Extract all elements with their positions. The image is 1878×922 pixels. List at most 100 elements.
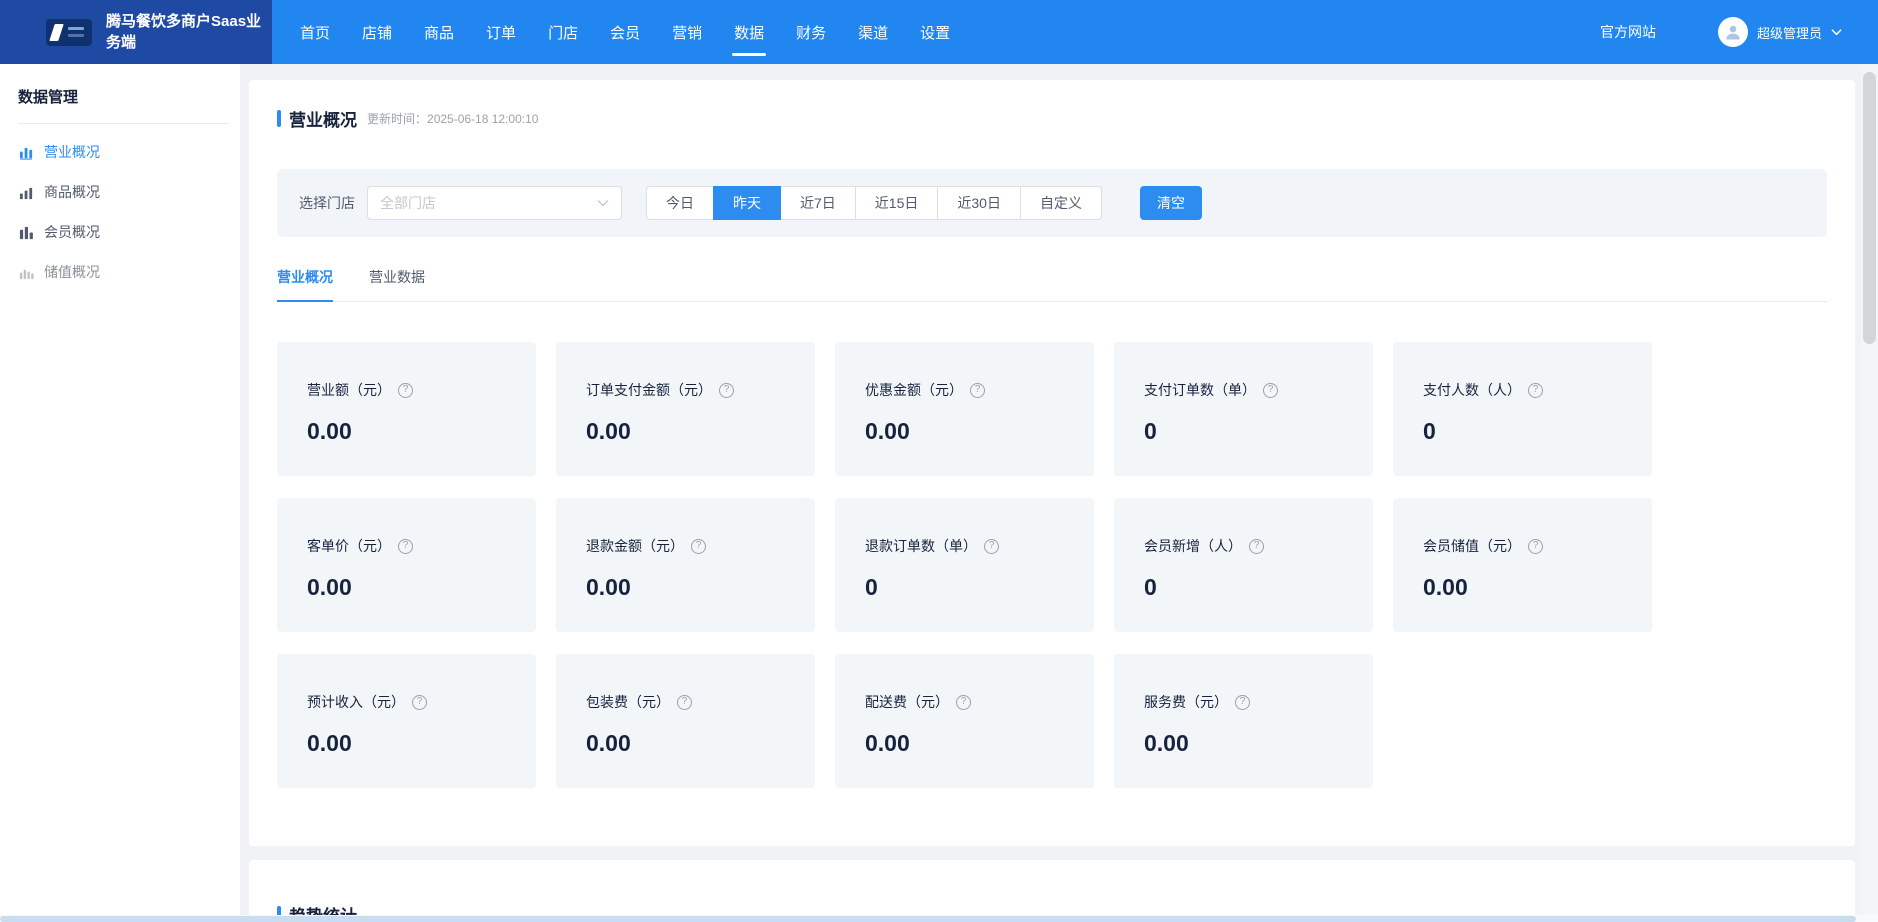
sidebar-item-business-overview[interactable]: 营业概况 [0,132,240,172]
business-overview-card: 营业概况 更新时间：2025-06-18 12:00:10 选择门店 全部门店 … [249,80,1855,846]
sidebar-item-stored-value-overview[interactable]: 储值概况 [0,252,240,292]
chevron-down-icon [1831,28,1842,36]
sidebar-item-goods-overview[interactable]: 商品概况 [0,172,240,212]
stat-value: 0 [1144,574,1343,601]
help-icon[interactable]: ? [1263,383,1278,398]
logo-area: 腾马餐饮多商户Saas业务端 [0,0,272,64]
help-icon[interactable]: ? [677,695,692,710]
range-button-15days[interactable]: 近15日 [855,186,939,220]
sidebar-item-label: 储值概况 [44,262,100,282]
help-icon[interactable]: ? [398,539,413,554]
chevron-down-icon [597,199,609,207]
stat-value: 0.00 [307,730,506,757]
trend-stats-card: 趋势统计 [249,860,1855,922]
section-header: 营业概况 更新时间：2025-06-18 12:00:10 [277,106,1827,131]
nav-item-stores[interactable]: 门店 [532,0,594,64]
stat-card-paying-users: 支付人数（人）? 0 [1393,342,1652,476]
stat-card-member-stored-value: 会员储值（元）? 0.00 [1393,498,1652,632]
range-button-30days[interactable]: 近30日 [937,186,1021,220]
top-navbar: 腾马餐饮多商户Saas业务端 首页 店铺 商品 订单 门店 会员 营销 数据 财… [0,0,1878,64]
nav-item-members[interactable]: 会员 [594,0,656,64]
bar-chart-icon [19,145,34,160]
help-icon[interactable]: ? [412,695,427,710]
official-site-link[interactable]: 官方网站 [1600,22,1656,42]
tab-business-data[interactable]: 营业数据 [369,267,425,301]
help-icon[interactable]: ? [970,383,985,398]
brand-logo-icon [46,19,92,46]
nav-item-shop[interactable]: 店铺 [346,0,408,64]
nav-item-channels[interactable]: 渠道 [842,0,904,64]
bar-chart-icon [19,185,34,200]
help-icon[interactable]: ? [691,539,706,554]
stat-card-service-fee: 服务费（元）? 0.00 [1114,654,1373,788]
help-icon[interactable]: ? [984,539,999,554]
horizontal-scrollbar[interactable] [0,915,1878,922]
stat-label: 支付订单数（单） [1144,380,1256,400]
stat-label: 预计收入（元） [307,692,405,712]
stat-card-revenue: 营业额（元）? 0.00 [277,342,536,476]
horizontal-scrollbar-thumb[interactable] [0,916,1856,922]
vertical-scrollbar[interactable] [1861,64,1878,915]
help-icon[interactable]: ? [956,695,971,710]
user-menu[interactable]: 超级管理员 [1718,17,1842,47]
stat-card-refund-amount: 退款金额（元）? 0.00 [556,498,815,632]
main-nav: 首页 店铺 商品 订单 门店 会员 营销 数据 财务 渠道 设置 [284,0,966,64]
store-select[interactable]: 全部门店 [367,186,622,220]
stat-label: 客单价（元） [307,536,391,556]
brand-title: 腾马餐饮多商户Saas业务端 [106,11,272,53]
stat-card-order-paid-amount: 订单支付金额（元）? 0.00 [556,342,815,476]
range-button-yesterday[interactable]: 昨天 [713,186,781,220]
sidebar-title: 数据管理 [0,80,240,123]
stat-label: 营业额（元） [307,380,391,400]
nav-item-goods[interactable]: 商品 [408,0,470,64]
user-icon [1723,22,1743,42]
sidebar-divider [18,123,228,124]
stat-value: 0.00 [865,418,1064,445]
help-icon[interactable]: ? [719,383,734,398]
stat-card-discount-amount: 优惠金额（元）? 0.00 [835,342,1094,476]
help-icon[interactable]: ? [1528,383,1543,398]
help-icon[interactable]: ? [1249,539,1264,554]
stat-card-avg-order-value: 客单价（元）? 0.00 [277,498,536,632]
stat-value: 0.00 [586,574,785,601]
stat-value: 0 [865,574,1064,601]
help-icon[interactable]: ? [1528,539,1543,554]
overview-tabs: 营业概况 营业数据 [277,267,1827,302]
sidebar-item-member-overview[interactable]: 会员概况 [0,212,240,252]
nav-item-data[interactable]: 数据 [718,0,780,64]
main-content: 营业概况 更新时间：2025-06-18 12:00:10 选择门店 全部门店 … [249,64,1855,922]
bar-chart-icon [19,265,34,280]
stat-label: 订单支付金额（元） [586,380,712,400]
range-button-custom[interactable]: 自定义 [1020,186,1102,220]
help-icon[interactable]: ? [398,383,413,398]
stat-value: 0 [1144,418,1343,445]
stat-value: 0.00 [1423,574,1622,601]
range-button-7days[interactable]: 近7日 [780,186,856,220]
tab-business-overview[interactable]: 营业概况 [277,267,333,302]
date-range-group: 今日 昨天 近7日 近15日 近30日 自定义 [646,186,1102,220]
range-button-today[interactable]: 今日 [646,186,714,220]
sidebar-item-label: 商品概况 [44,182,100,202]
filter-panel: 选择门店 全部门店 今日 昨天 近7日 近15日 近30日 自定义 清空 [277,169,1827,237]
stat-label: 优惠金额（元） [865,380,963,400]
nav-item-marketing[interactable]: 营销 [656,0,718,64]
stat-label: 会员储值（元） [1423,536,1521,556]
update-time-label: 更新时间： [367,112,427,126]
stat-value: 0.00 [586,730,785,757]
nav-item-orders[interactable]: 订单 [470,0,532,64]
title-accent-bar [277,110,281,127]
bar-chart-icon [19,225,34,240]
stat-value: 0.00 [307,418,506,445]
stat-card-expected-income: 预计收入（元）? 0.00 [277,654,536,788]
stat-card-paid-orders: 支付订单数（单）? 0 [1114,342,1373,476]
clear-button[interactable]: 清空 [1140,186,1202,220]
stat-value: 0.00 [1144,730,1343,757]
nav-item-settings[interactable]: 设置 [904,0,966,64]
stat-label: 支付人数（人） [1423,380,1521,400]
nav-item-finance[interactable]: 财务 [780,0,842,64]
store-select-label: 选择门店 [299,193,355,213]
stat-card-refund-orders: 退款订单数（单）? 0 [835,498,1094,632]
vertical-scrollbar-thumb[interactable] [1863,72,1876,344]
help-icon[interactable]: ? [1235,695,1250,710]
nav-item-home[interactable]: 首页 [284,0,346,64]
